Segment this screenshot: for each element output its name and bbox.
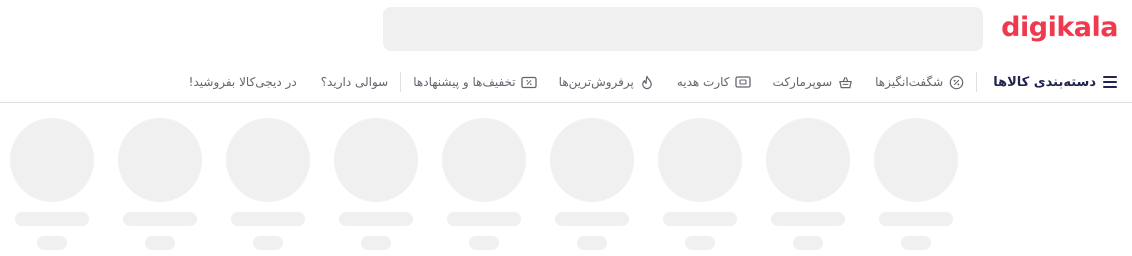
search-input[interactable] — [383, 7, 983, 51]
skeleton-text-placeholder — [771, 212, 845, 226]
fire-icon — [639, 74, 655, 90]
skeleton-text-placeholder — [469, 236, 499, 250]
skeleton-text-placeholder — [15, 212, 89, 226]
nav-item-best-sellers[interactable]: پرفروش‌ترین‌ها — [559, 74, 655, 90]
skeleton-item — [118, 118, 202, 250]
skeleton-item — [766, 118, 850, 250]
shopping-basket-icon — [837, 74, 853, 90]
skeleton-item — [10, 118, 94, 250]
nav-item-discounts[interactable]: تخفیف‌ها و پیشنهادها — [413, 74, 537, 90]
skeleton-text-placeholder — [793, 236, 823, 250]
skeleton-avatar-placeholder — [658, 118, 742, 202]
skeleton-avatar-placeholder — [874, 118, 958, 202]
skeleton-text-placeholder — [339, 212, 413, 226]
skeleton-text-placeholder — [879, 212, 953, 226]
skeleton-avatar-placeholder — [334, 118, 418, 202]
nav-divider — [400, 72, 402, 92]
skeleton-avatar-placeholder — [118, 118, 202, 202]
skeleton-item — [226, 118, 310, 250]
nav-item-label: شگفت‌انگیزها — [875, 75, 944, 89]
skeleton-item — [874, 118, 958, 250]
logo-text: digikala — [1001, 12, 1118, 43]
skeleton-text-placeholder — [37, 236, 67, 250]
skeleton-text-placeholder — [901, 236, 931, 250]
nav-item-faq[interactable]: سوالی دارید؟ — [321, 75, 389, 89]
nav-item-label: سوالی دارید؟ — [320, 75, 389, 89]
nav-item-sell-on-digikala[interactable]: در دیجی‌کالا بفروشید! — [189, 75, 297, 89]
skeleton-item — [442, 118, 526, 250]
skeleton-avatar-placeholder — [550, 118, 634, 202]
digikala-page: digikala دسته‌بندی کالاها شگفت‌انگیزها س… — [0, 0, 1132, 256]
skeleton-item — [334, 118, 418, 250]
story-skeleton-row — [10, 118, 958, 250]
nav-item-label: در دیجی‌کالا بفروشید! — [188, 75, 297, 89]
skeleton-text-placeholder — [231, 212, 305, 226]
skeleton-item — [550, 118, 634, 250]
discount-ticket-icon — [521, 74, 537, 90]
nav-divider — [976, 72, 978, 92]
skeleton-text-placeholder — [361, 236, 391, 250]
skeleton-text-placeholder — [123, 212, 197, 226]
skeleton-text-placeholder — [447, 212, 521, 226]
digikala-logo[interactable]: digikala — [1001, 8, 1118, 48]
nav-item-label: پرفروش‌ترین‌ها — [558, 75, 634, 89]
skeleton-avatar-placeholder — [766, 118, 850, 202]
hamburger-icon — [1102, 74, 1118, 90]
nav-item-supermarket[interactable]: سوپرمارکت — [773, 74, 854, 90]
main-navigation: دسته‌بندی کالاها شگفت‌انگیزها سوپرمارکت … — [160, 68, 1118, 96]
skeleton-text-placeholder — [663, 212, 737, 226]
nav-item-label: تخفیف‌ها و پیشنهادها — [413, 75, 516, 89]
skeleton-text-placeholder — [685, 236, 715, 250]
nav-item-label: سوپرمارکت — [772, 75, 833, 89]
skeleton-text-placeholder — [145, 236, 175, 250]
gift-card-icon — [734, 74, 751, 90]
skeleton-avatar-placeholder — [226, 118, 310, 202]
skeleton-avatar-placeholder — [10, 118, 94, 202]
skeleton-text-placeholder — [555, 212, 629, 226]
skeleton-text-placeholder — [577, 236, 607, 250]
categories-label: دسته‌بندی کالاها — [993, 74, 1096, 90]
nav-bottom-border — [0, 102, 1132, 103]
nav-item-label: کارت هدیه — [676, 75, 730, 89]
nav-item-amazing-offers[interactable]: شگفت‌انگیزها — [875, 74, 964, 90]
skeleton-item — [658, 118, 742, 250]
categories-menu[interactable]: دسته‌بندی کالاها — [993, 74, 1118, 90]
percent-badge-icon — [948, 74, 964, 90]
skeleton-avatar-placeholder — [442, 118, 526, 202]
skeleton-text-placeholder — [253, 236, 283, 250]
nav-item-gift-card[interactable]: کارت هدیه — [677, 74, 751, 90]
